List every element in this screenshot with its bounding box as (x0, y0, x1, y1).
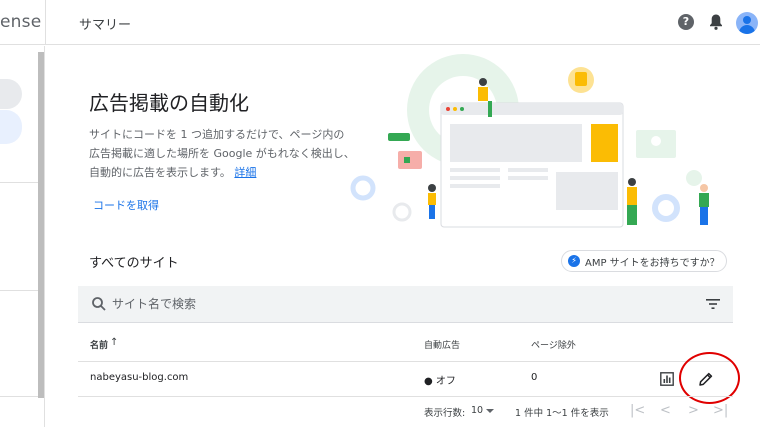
left-sidebar (0, 46, 45, 427)
pagination-range: 1 件中 1〜1 件を表示 (515, 408, 609, 419)
sidebar-divider (0, 182, 38, 183)
page-title: サマリー (79, 18, 132, 33)
rows-per-page-label: 表示行数: (424, 408, 466, 419)
next-page-icon[interactable]: > (688, 403, 699, 418)
amp-icon: ⚡ (568, 255, 580, 267)
hero-description: サイトにコードを 1 つ追加するだけで、ページ内の広告掲載に適した場所を Goo… (89, 125, 355, 182)
column-header-name[interactable]: 名前 (90, 338, 108, 351)
avatar-body (739, 25, 755, 34)
column-header-auto-ads: 自動広告 (424, 341, 461, 351)
auto-ads-status: ● オフ (424, 376, 456, 387)
chevron-down-icon[interactable] (486, 409, 494, 413)
rows-per-page-select[interactable]: 10 (471, 405, 483, 416)
account-avatar[interactable] (736, 12, 758, 34)
all-sites-heading: すべてのサイト (89, 256, 179, 271)
amp-sites-button[interactable]: ⚡ AMP サイトをお持ちですか？ (561, 250, 727, 272)
filter-icon[interactable] (706, 298, 720, 310)
get-code-link[interactable]: コードを取得 (93, 197, 159, 213)
bell-icon[interactable] (708, 13, 724, 31)
sidebar-item-active[interactable] (0, 110, 22, 144)
search-icon (92, 297, 106, 311)
page-exclusions-count: 0 (531, 372, 538, 383)
last-page-icon[interactable]: >| (713, 403, 728, 418)
row-divider (78, 396, 733, 397)
report-icon[interactable] (660, 372, 674, 386)
site-search-input[interactable] (112, 294, 532, 314)
auto-ads-illustration (350, 54, 709, 228)
help-icon[interactable]: ? (678, 14, 694, 30)
hero-description-text: サイトにコードを 1 つ追加するだけで、ページ内の広告掲載に適した場所を Goo… (89, 128, 355, 179)
site-name[interactable]: nabeyasu-blog.com (90, 372, 188, 383)
sidebar-divider (0, 396, 38, 397)
sort-arrow-icon[interactable]: ↑ (110, 337, 118, 348)
sidebar-divider (0, 290, 38, 291)
site-search-bar (78, 286, 733, 323)
previous-page-icon[interactable]: < (660, 403, 671, 418)
first-page-icon[interactable]: |< (630, 403, 645, 418)
topbar-divider (45, 0, 46, 45)
sidebar-item[interactable] (0, 79, 22, 109)
hero-title: 広告掲載の自動化 (89, 91, 249, 115)
amp-button-label: AMP サイトをお持ちですか？ (585, 257, 720, 269)
details-link[interactable]: 詳細 (234, 166, 256, 179)
brand-logo-text[interactable]: ense (0, 12, 41, 32)
avatar-head (743, 16, 751, 24)
row-divider (78, 361, 733, 362)
column-header-page-exclusions: ページ除外 (531, 341, 576, 351)
top-app-bar: ense サマリー ? (0, 0, 760, 45)
sidebar-scrollbar[interactable] (38, 52, 44, 398)
